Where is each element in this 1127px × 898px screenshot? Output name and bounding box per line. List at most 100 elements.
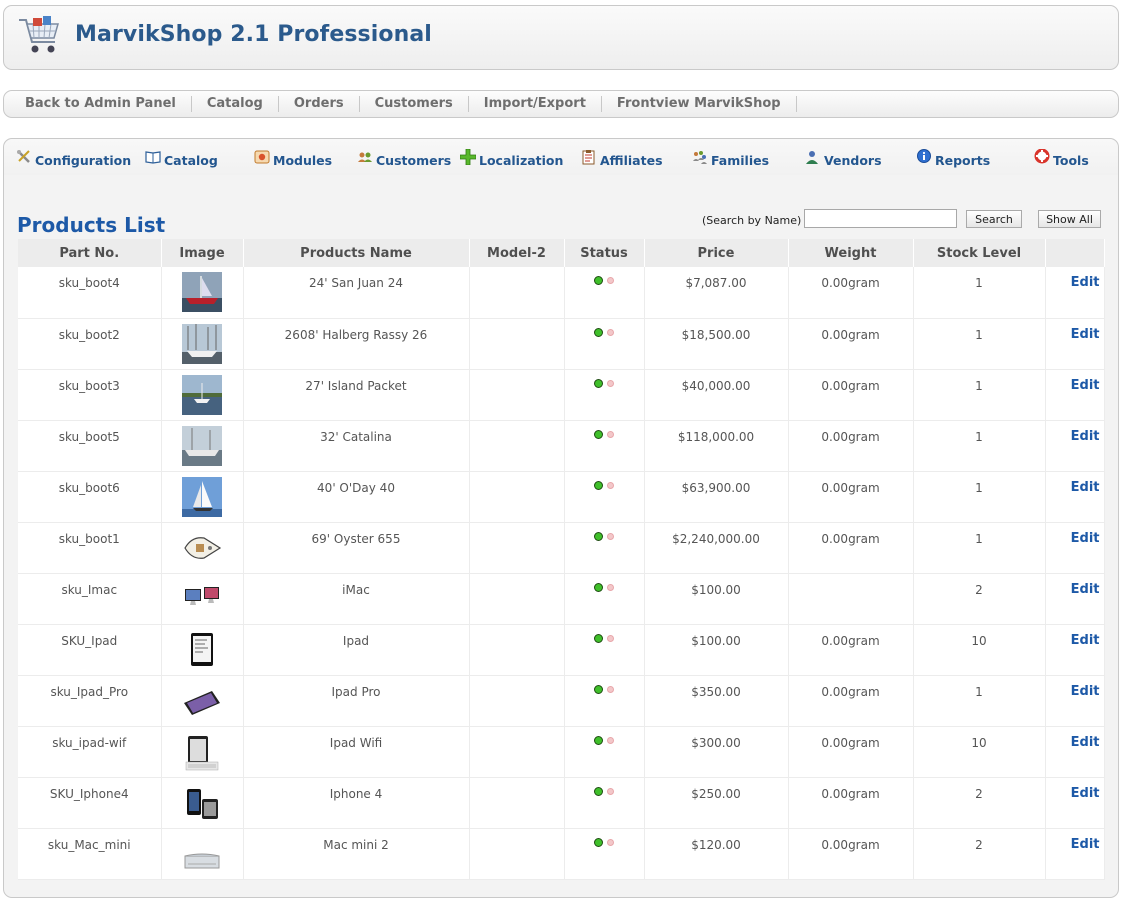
product-thumbnail[interactable]	[182, 578, 222, 619]
status-inactive-icon[interactable]	[607, 736, 614, 744]
toolbar-reports[interactable]: Reports	[916, 149, 990, 168]
product-thumbnail[interactable]	[182, 833, 222, 874]
nav-back-to-admin[interactable]: Back to Admin Panel	[10, 96, 192, 112]
status-cell	[564, 828, 645, 880]
toolbar-vendors[interactable]: Vendors	[805, 150, 882, 168]
status-inactive-icon[interactable]	[607, 481, 614, 489]
part-number: sku_boot3	[18, 369, 162, 421]
search-input[interactable]	[804, 209, 957, 228]
column-header-products-name[interactable]: Products Name	[243, 239, 470, 267]
status-inactive-icon[interactable]	[607, 379, 614, 387]
table-row: sku_boot5 32' Catalina $118,000.00 0.00gram…	[18, 420, 1105, 472]
edit-link[interactable]: Edit	[1071, 684, 1100, 699]
status-inactive-icon[interactable]	[607, 328, 614, 336]
toolbar-configuration[interactable]: Configuration	[16, 150, 131, 168]
users-icon	[358, 152, 372, 162]
status-inactive-icon[interactable]	[607, 430, 614, 438]
toolbar-families[interactable]: Families	[692, 150, 769, 168]
toolbar-catalog[interactable]: Catalog	[145, 150, 218, 168]
status-inactive-icon[interactable]	[607, 532, 614, 540]
product-model	[469, 471, 565, 523]
status-inactive-icon[interactable]	[607, 685, 614, 693]
status-active-icon[interactable]	[594, 735, 603, 745]
product-image-cell	[161, 828, 244, 880]
nav-catalog[interactable]: Catalog	[192, 96, 279, 112]
product-thumbnail[interactable]	[182, 731, 222, 772]
status-active-icon[interactable]	[594, 276, 603, 285]
toolbar-modules[interactable]: Modules	[254, 150, 332, 168]
stock-level: 1	[913, 420, 1046, 472]
product-thumbnail[interactable]	[182, 425, 222, 466]
part-number: sku_ipad-wif	[18, 726, 162, 778]
product-price: $250.00	[644, 777, 789, 829]
product-image-cell	[161, 369, 244, 421]
toolbar-localization[interactable]: Localization	[460, 149, 563, 168]
product-thumbnail[interactable]	[182, 527, 222, 568]
book-icon	[145, 151, 161, 164]
column-header-part-no[interactable]: Part No.	[18, 239, 162, 267]
stock-level: 2	[913, 828, 1046, 880]
column-header-weight[interactable]: Weight	[788, 239, 914, 267]
status-active-icon[interactable]	[594, 480, 603, 490]
status-inactive-icon[interactable]	[607, 787, 614, 795]
edit-link[interactable]: Edit	[1071, 480, 1100, 495]
edit-link[interactable]: Edit	[1071, 378, 1100, 393]
column-header-stock-level[interactable]: Stock Level	[913, 239, 1046, 267]
product-name: Mac mini 2	[243, 828, 470, 880]
nav-customers[interactable]: Customers	[360, 96, 469, 112]
nav-orders[interactable]: Orders	[279, 96, 360, 112]
status-active-icon[interactable]	[594, 837, 603, 847]
column-header-price[interactable]: Price	[644, 239, 789, 267]
status-active-icon[interactable]	[594, 531, 603, 541]
status-inactive-icon[interactable]	[607, 583, 614, 591]
show-all-button[interactable]: Show All	[1038, 210, 1101, 228]
edit-link[interactable]: Edit	[1071, 582, 1100, 597]
edit-link[interactable]: Edit	[1071, 735, 1100, 750]
status-active-icon[interactable]	[594, 786, 603, 796]
product-image-cell	[161, 777, 244, 829]
product-weight: 0.00gram	[788, 726, 914, 778]
status-active-icon[interactable]	[594, 327, 603, 337]
column-header-model[interactable]: Model-2	[469, 239, 565, 267]
edit-link[interactable]: Edit	[1071, 633, 1100, 648]
product-price: $18,500.00	[644, 318, 789, 370]
toolbar-customers[interactable]: Customers	[357, 150, 451, 168]
column-header-status[interactable]: Status	[564, 239, 645, 267]
actions-cell: Edit	[1045, 471, 1105, 523]
edit-link[interactable]: Edit	[1071, 429, 1100, 444]
nav-import-export[interactable]: Import/Export	[469, 96, 602, 112]
product-thumbnail[interactable]	[182, 680, 222, 721]
edit-link[interactable]: Edit	[1071, 531, 1100, 546]
status-active-icon[interactable]	[594, 582, 603, 592]
status-active-icon[interactable]	[594, 378, 603, 388]
edit-link[interactable]: Edit	[1071, 786, 1100, 801]
actions-cell: Edit	[1045, 777, 1105, 829]
product-name: Ipad Wifi	[243, 726, 470, 778]
product-model	[469, 522, 565, 574]
status-active-icon[interactable]	[594, 429, 603, 439]
product-name: Ipad	[243, 624, 470, 676]
status-inactive-icon[interactable]	[607, 838, 614, 846]
info-icon	[917, 149, 931, 163]
toolbar-affiliates[interactable]: Affiliates	[581, 150, 663, 168]
edit-link[interactable]: Edit	[1071, 275, 1100, 290]
status-inactive-icon[interactable]	[607, 634, 614, 642]
product-thumbnail[interactable]	[182, 476, 222, 517]
product-price: $100.00	[644, 624, 789, 676]
product-thumbnail[interactable]	[182, 629, 222, 670]
product-thumbnail[interactable]	[182, 323, 222, 364]
edit-link[interactable]: Edit	[1071, 837, 1100, 852]
plus-icon	[460, 149, 476, 165]
product-thumbnail[interactable]	[182, 782, 222, 823]
search-button[interactable]: Search	[966, 210, 1022, 228]
toolbar-tools[interactable]: Tools	[1034, 149, 1089, 168]
edit-link[interactable]: Edit	[1071, 327, 1100, 342]
product-thumbnail[interactable]	[182, 272, 222, 312]
product-thumbnail[interactable]	[182, 374, 222, 415]
part-number: sku_Mac_mini	[18, 828, 162, 880]
status-active-icon[interactable]	[594, 633, 603, 643]
status-cell	[564, 777, 645, 829]
status-active-icon[interactable]	[594, 684, 603, 694]
status-inactive-icon[interactable]	[607, 277, 614, 284]
nav-frontview[interactable]: Frontview MarvikShop	[602, 96, 797, 112]
